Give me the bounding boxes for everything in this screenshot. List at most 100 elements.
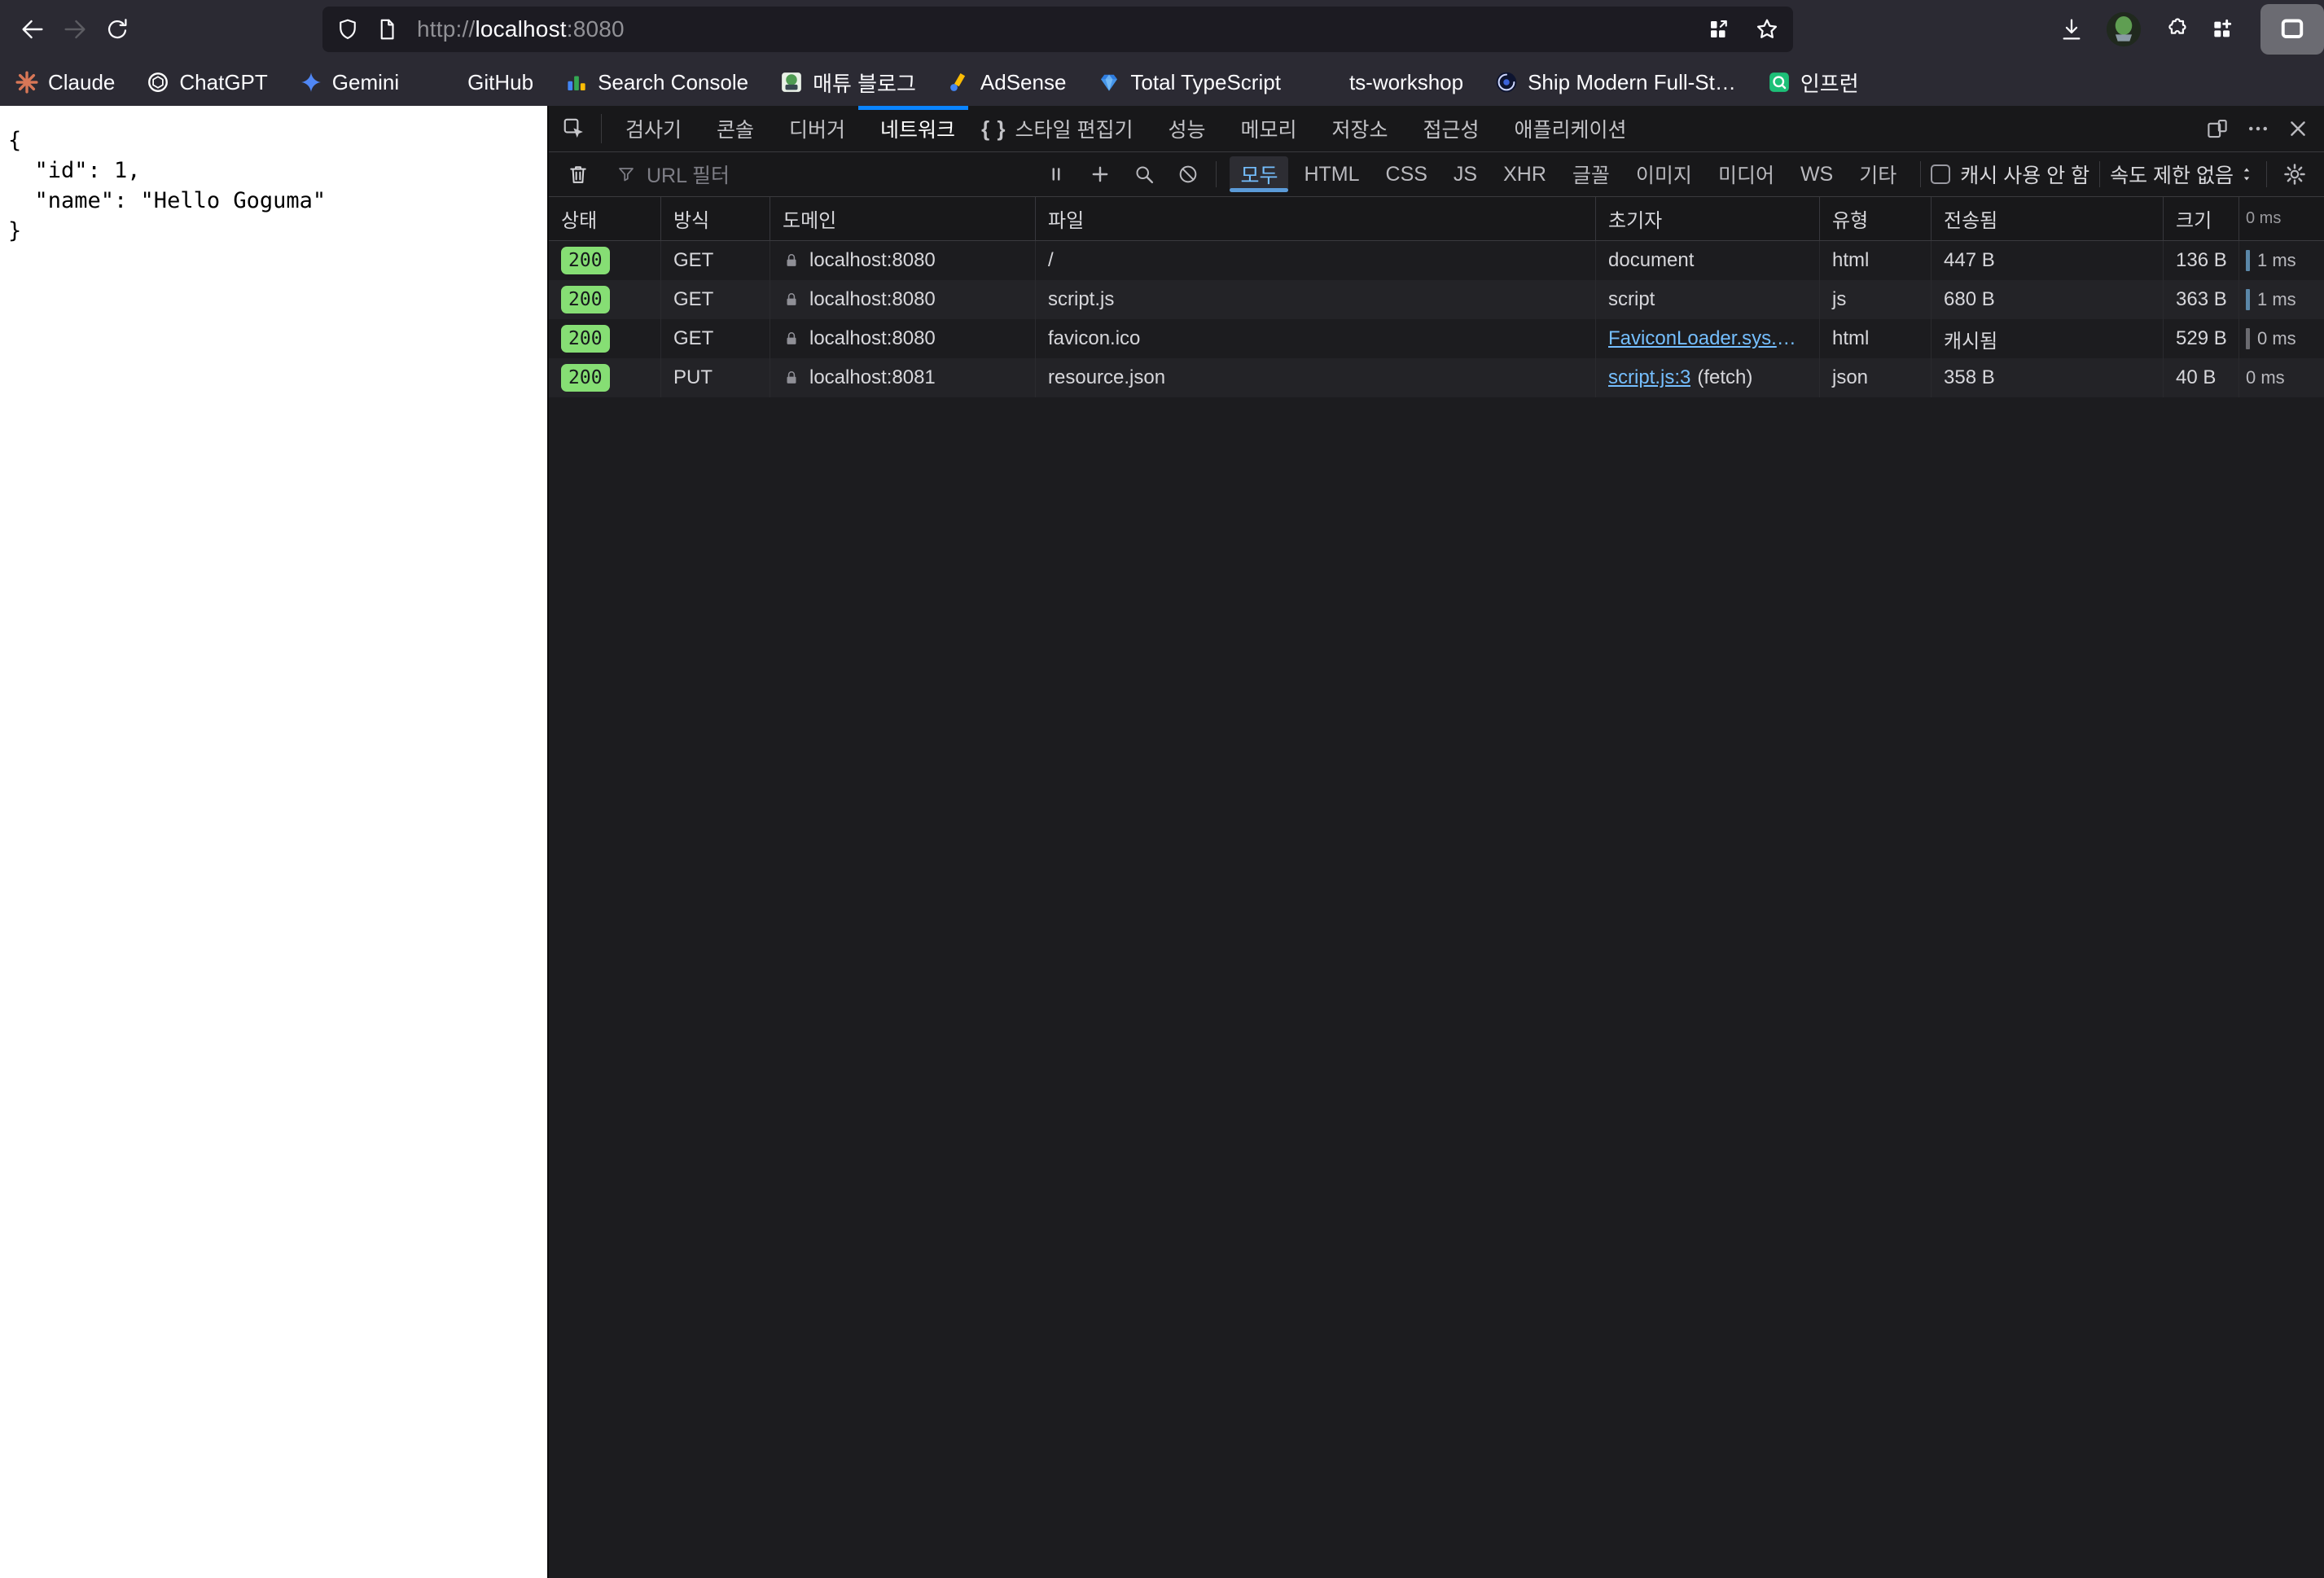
network-settings-button[interactable] [2277,158,2313,191]
url-filter-input[interactable]: URL 필터 [616,160,730,189]
bookmark-item[interactable]: Search Console [564,70,748,95]
column-header[interactable]: 크기 [2164,197,2239,240]
bookmark-label: AdSense [980,69,1067,94]
request-filter-pill[interactable]: 모두 [1230,156,1289,192]
file-cell: favicon.ico [1036,319,1596,358]
initiator-link[interactable]: FaviconLoader.sys.mjs… [1608,327,1807,350]
clear-requests-button[interactable] [560,158,596,191]
devtools-tab-4[interactable]: { } 스타일 편집기 [968,106,1146,151]
devtools-tab-label: 디버거 [789,119,846,142]
waterfall-cell: 0 ms [2239,319,2324,358]
bookmark-item[interactable]: Ship Modern Full-St… [1494,70,1736,95]
initiator-link[interactable]: script.js:3 [1608,366,1690,389]
status-badge: 200 [561,247,610,274]
bookmark-item[interactable]: 매튜 블로그 [779,68,916,98]
network-table-rows: 200 GET localhost:8080 / document html 447 B 13… [549,241,2324,397]
responsive-design-icon[interactable] [2205,116,2230,141]
bookmark-item[interactable]: Total TypeScript [1097,70,1281,95]
bookmark-star-icon[interactable] [1754,16,1780,42]
claude-favicon [15,70,39,94]
request-filter-pill[interactable]: XHR [1493,156,1557,192]
extensions-grid-add-icon[interactable] [2210,16,2236,42]
type-cell: html [1820,319,1932,358]
column-header[interactable]: 파일 [1036,197,1596,240]
request-filter-pill[interactable]: WS [1790,156,1844,192]
divider [601,114,602,143]
column-header[interactable]: 상태 [549,197,661,240]
throttling-label: 속도 제한 없음 [2110,164,2234,187]
bookmark-item[interactable]: ts-workshop [1349,70,1463,95]
devtools-tab-9[interactable]: 애플리케이션 [1493,106,1640,151]
initiator-cell: script.js:3 (fetch) [1596,358,1820,397]
request-row[interactable]: 200 PUT localhost:8081 resource.json script.… [549,358,2324,397]
devtools-tab-0[interactable]: 검사기 [603,106,695,151]
bookmark-item[interactable]: AdSense [947,69,1067,95]
bookmark-item[interactable]: GitHub [467,70,533,95]
bookmark-item[interactable]: ChatGPT [146,70,268,95]
back-button[interactable] [11,8,54,50]
devtools-tab-1[interactable]: 콘솔 [695,106,767,151]
pick-element-button[interactable] [549,106,599,151]
request-filter-pill[interactable]: 미디어 [1708,156,1785,192]
devtools-tab-7[interactable]: 저장소 [1310,106,1401,151]
pause-traffic-button[interactable] [1038,158,1074,191]
devtools-tab-6[interactable]: 메모리 [1219,106,1310,151]
column-header[interactable]: 초기자 [1596,197,1820,240]
reader-layout-icon[interactable] [1707,17,1731,42]
toolbar-right-cluster [2059,4,2324,55]
status-cell: 200 [549,241,661,280]
account-avatar[interactable] [2106,11,2142,47]
column-header[interactable]: 도메인 [770,197,1036,240]
devtools-tab-label: 성능 [1168,119,1206,142]
bookmark-item[interactable]: Gemini [299,70,399,95]
request-filter-pill[interactable]: 이미지 [1625,156,1703,192]
request-filter-pill[interactable]: CSS [1375,156,1438,192]
shield-icon[interactable] [335,17,360,42]
devtools-tab-2[interactable]: 디버거 [767,106,858,151]
throttling-select[interactable]: 속도 제한 없음 [2110,160,2256,189]
column-header[interactable]: 방식 [661,197,770,240]
bookmark-label: Ship Modern Full-St… [1528,69,1736,94]
domain-cell: localhost:8080 [770,280,1036,319]
bookmark-item[interactable]: 인프런 [1767,68,1859,98]
disable-cache-checkbox[interactable] [1931,164,1951,184]
updown-arrows-icon [2237,164,2256,184]
request-filter-pill[interactable]: JS [1443,156,1488,192]
devtools-tab-active[interactable]: 네트워크 [858,106,969,151]
browser-toolbar: http://localhost:8080 [0,0,2324,59]
new-request-button[interactable] [1082,158,1118,191]
search-requests-button[interactable] [1126,158,1162,191]
column-header[interactable]: 전송됨 [1932,197,2164,240]
type-cell: html [1820,241,1932,280]
page-info-icon[interactable] [375,17,399,42]
request-filter-pill[interactable]: HTML [1293,156,1370,192]
devtools-close-icon[interactable] [2287,117,2309,140]
request-row[interactable]: 200 GET localhost:8080 / document html 447 B 13… [549,241,2324,280]
forward-button[interactable] [54,8,96,50]
devtools-tab-5[interactable]: 성능 [1146,106,1218,151]
size-cell: 40 B [2164,358,2239,397]
reload-button[interactable] [96,8,138,50]
request-row[interactable]: 200 GET localhost:8080 script.js script js 680… [549,280,2324,319]
divider [1920,161,1922,187]
waterfall-scale-header[interactable]: 0 ms [2239,197,2324,240]
request-row[interactable]: 200 GET localhost:8080 favicon.ico FaviconLo… [549,319,2324,358]
downloads-icon[interactable] [2059,16,2085,42]
devtools-tab-8[interactable]: 접근성 [1401,106,1493,151]
sidebar-toggle-button[interactable] [2260,4,2324,55]
bookmark-item[interactable]: Claude [15,70,115,95]
block-requests-button[interactable] [1170,158,1206,191]
devtools-tab-label: 메모리 [1240,119,1297,142]
column-header[interactable]: 유형 [1820,197,1932,240]
url-bar[interactable]: http://localhost:8080 [322,7,1793,52]
chatgpt-favicon [146,70,170,94]
bookmark-label: ts-workshop [1348,69,1464,94]
devtools-menu-icon[interactable] [2246,116,2270,141]
extensions-puzzle-icon[interactable] [2163,16,2189,42]
request-filter-pill[interactable]: 글꼴 [1562,156,1620,192]
lock-icon [783,330,800,348]
time-label: 1 ms [2257,250,2296,270]
reload-icon [104,16,130,42]
bookmark-label: GitHub [467,69,534,94]
request-filter-pill[interactable]: 기타 [1848,156,1907,192]
